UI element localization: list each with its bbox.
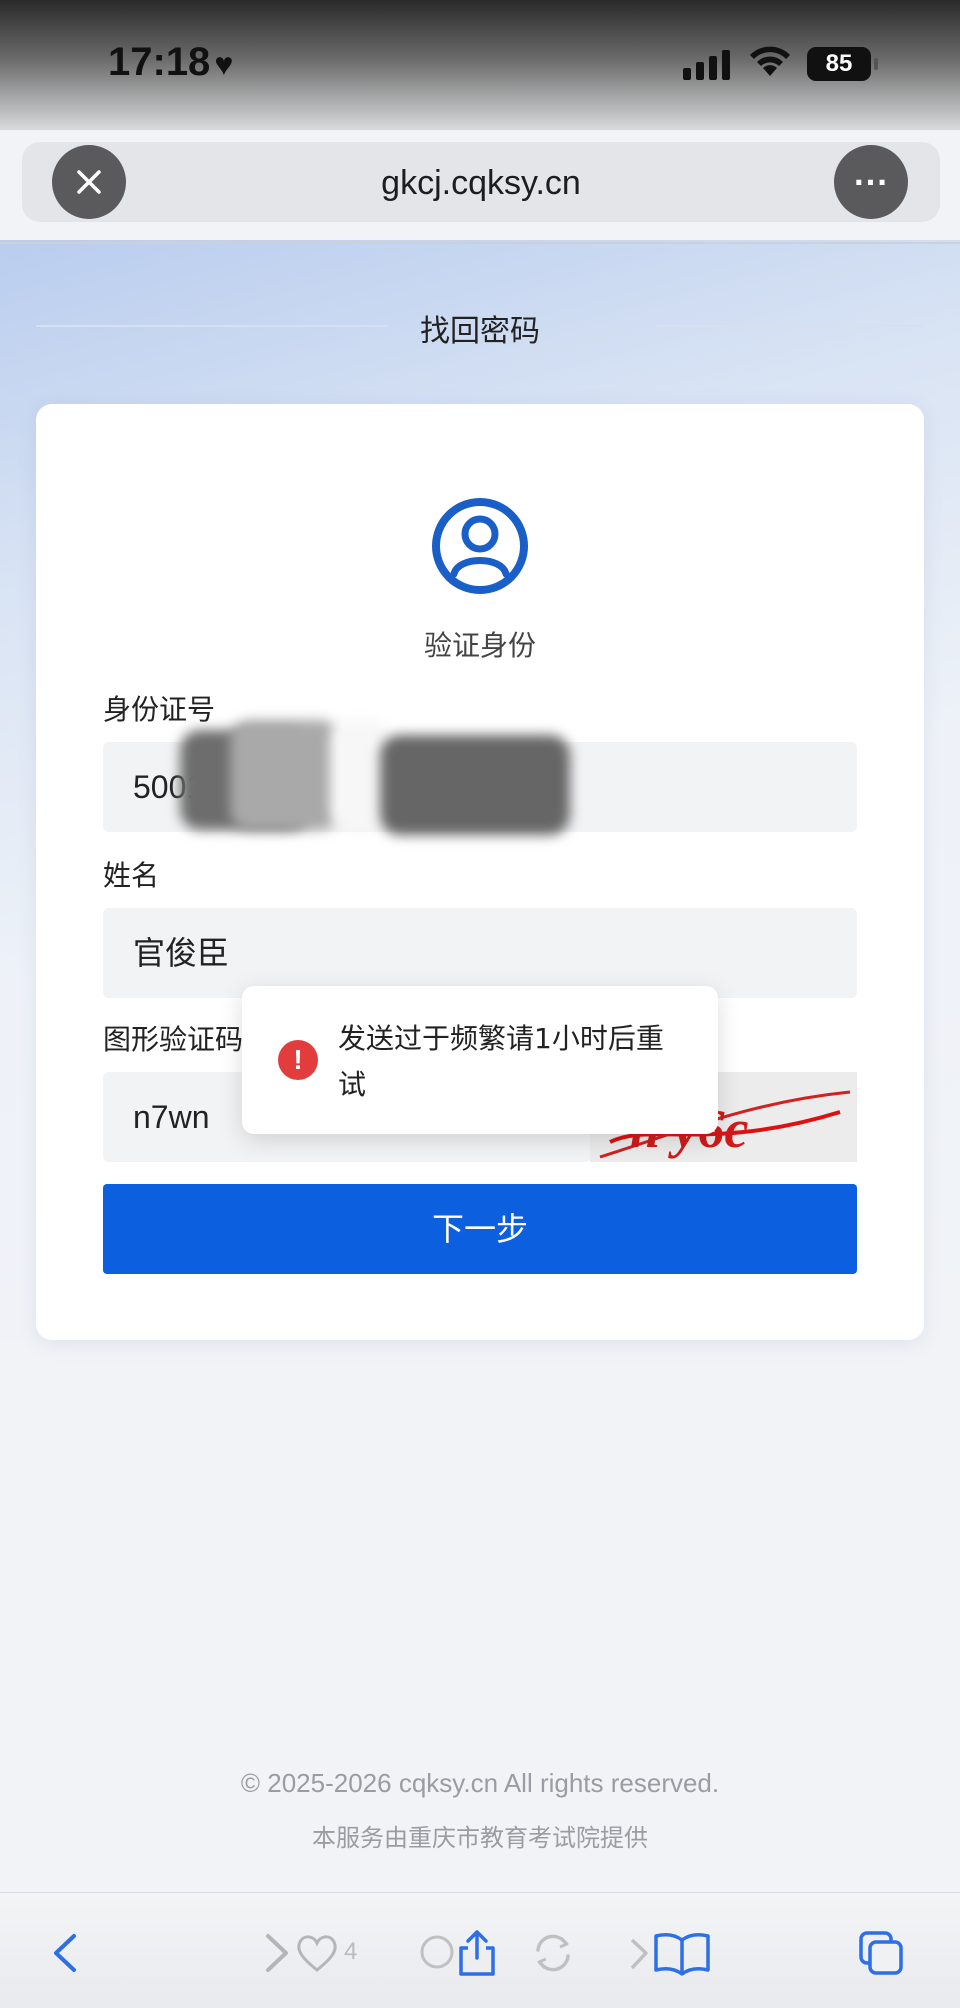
url-text[interactable]: gkcj.cqksy.cn — [22, 164, 940, 203]
verify-heading: 验证身份 — [423, 629, 536, 662]
signal-icon — [683, 50, 730, 80]
page-title: 找回密码 — [420, 314, 540, 349]
close-button[interactable] — [52, 145, 126, 219]
toolbar-divider — [0, 242, 960, 244]
like-count: 4 — [344, 1938, 358, 1965]
provider-text: 本服务由重庆市教育考试院提供 — [312, 1824, 648, 1852]
wifi-icon — [750, 46, 790, 76]
error-toast: ! 发送过于频繁请1小时后重试 — [242, 986, 718, 1134]
time-text: 17:18 — [108, 40, 211, 84]
close-icon — [77, 170, 101, 194]
name-input[interactable]: 官俊臣 — [103, 908, 857, 998]
redaction-mask-2 — [230, 720, 340, 830]
refresh-icon[interactable] — [528, 1928, 578, 1978]
battery-level: 85 — [825, 50, 853, 77]
share-icon[interactable] — [452, 1928, 502, 1978]
name-label: 姓名 — [103, 859, 160, 892]
back-icon[interactable] — [42, 1928, 92, 1978]
more-icon: ··· — [853, 165, 889, 199]
redaction-mask-4 — [380, 735, 570, 835]
toast-message: 发送过于频繁请1小时后重试 — [338, 1022, 664, 1101]
battery-icon: 85 — [807, 47, 878, 81]
heart-icon[interactable] — [292, 1928, 342, 1978]
copyright-text: © 2025-2026 cqksy.cn All rights reserved… — [240, 1768, 720, 1798]
name-value: 官俊臣 — [133, 935, 230, 971]
next-step-button[interactable]: 下一步 — [103, 1184, 857, 1274]
more-button[interactable]: ··· — [834, 145, 908, 219]
bookmarks-icon[interactable] — [652, 1928, 712, 1978]
address-bar[interactable]: gkcj.cqksy.cn — [22, 142, 940, 222]
tabs-icon[interactable] — [856, 1928, 906, 1978]
id-label: 身份证号 — [103, 693, 216, 726]
captcha-label: 图形验证码 — [103, 1023, 244, 1056]
error-icon: ! — [278, 1040, 318, 1080]
captcha-value: n7wn — [133, 1099, 210, 1135]
heart-icon: ♥ — [214, 46, 234, 82]
user-icon — [432, 498, 528, 594]
status-time: 17:18 ♥ — [108, 40, 233, 85]
